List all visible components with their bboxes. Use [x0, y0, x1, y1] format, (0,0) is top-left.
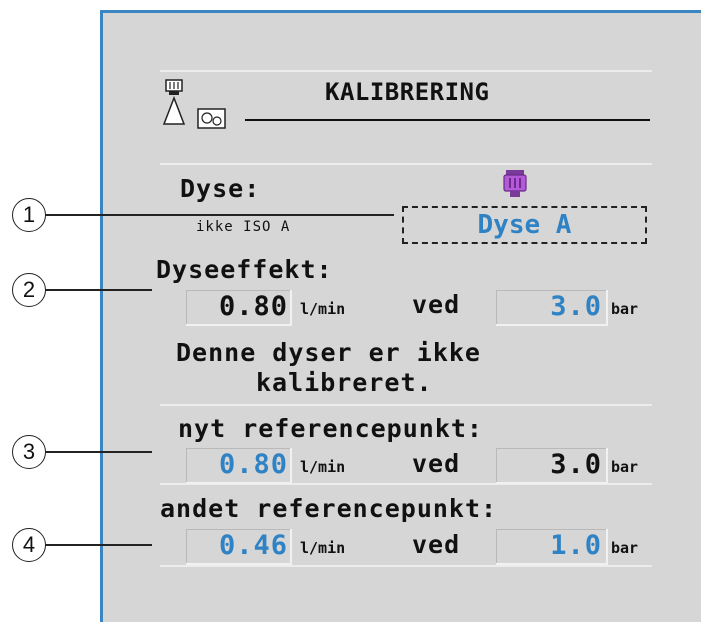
divider: [160, 163, 652, 165]
new-ref-flow-value: 0.80: [218, 449, 288, 480]
other-ref-pressure-unit: bar: [611, 539, 639, 557]
callout-1: 1: [12, 198, 46, 232]
callout-4: 4: [12, 528, 46, 562]
other-ref-at-label: ved: [412, 530, 461, 559]
page-title: KALIBRERING: [325, 78, 490, 106]
callout-line-4: [44, 544, 152, 546]
nozzle-label: Dyse:: [180, 174, 261, 203]
output-flow-unit: l/min: [300, 300, 346, 318]
nozzle-calibration-icon: [162, 79, 226, 129]
status-message-line1: Denne dyser er ikke: [176, 338, 481, 367]
new-ref-at-label: ved: [412, 449, 461, 478]
output-pressure-unit: bar: [611, 300, 639, 318]
other-ref-pressure-value: 1.0: [550, 530, 602, 561]
iso-status: ikke ISO A: [196, 219, 291, 235]
output-at-label: ved: [412, 290, 461, 319]
divider: [160, 404, 652, 406]
divider: [160, 70, 652, 72]
callout-2: 2: [12, 273, 46, 307]
output-flow-value: 0.80: [218, 291, 288, 322]
callout-line-1: [44, 214, 394, 216]
other-ref-flow-value: 0.46: [218, 530, 288, 561]
new-ref-flow-unit: l/min: [300, 458, 346, 476]
new-ref-label: nyt referencepunkt:: [178, 414, 483, 443]
callout-line-2: [44, 289, 152, 291]
title-underline: [245, 119, 650, 121]
new-ref-pressure-unit: bar: [611, 458, 639, 476]
nozzle-icon: [503, 170, 527, 197]
output-pressure-value: 3.0: [550, 291, 602, 322]
divider: [160, 565, 652, 567]
callout-3: 3: [12, 435, 46, 469]
new-ref-pressure-value: 3.0: [550, 449, 602, 480]
other-ref-label: andet referencepunkt:: [160, 494, 498, 523]
status-message-line2: kalibreret.: [256, 368, 433, 397]
nozzle-output-label: Dyseeffekt:: [156, 255, 333, 284]
nozzle-select-button[interactable]: Dyse A: [402, 206, 647, 244]
other-ref-flow-unit: l/min: [300, 539, 346, 557]
callout-line-3: [44, 451, 152, 453]
